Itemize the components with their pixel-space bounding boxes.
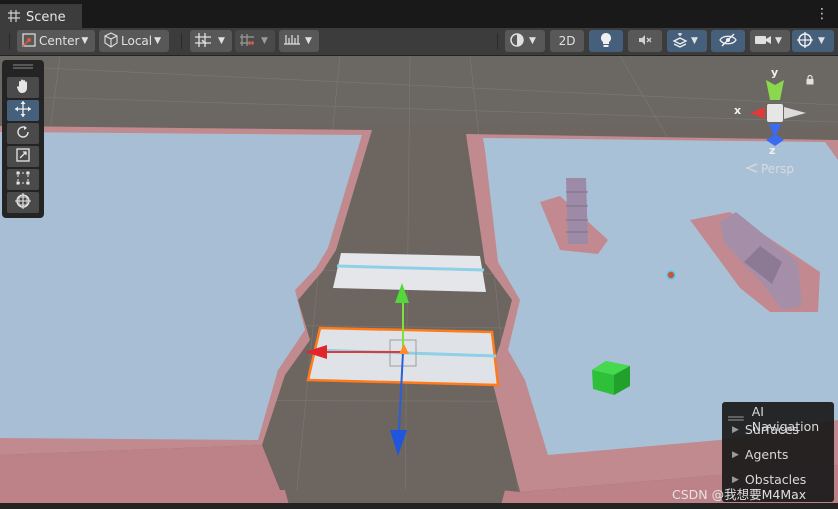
gizmos-icon	[796, 31, 814, 52]
axis-label-z: z	[769, 144, 776, 157]
audio-mute-icon	[637, 32, 653, 51]
rotate-icon	[15, 124, 31, 143]
scene-toolbar: Center ▼ Local ▼ ▼ ▼ ▼ ▼ 2D ▼ ▼ ▼	[0, 28, 838, 56]
chevron-down-icon: ▼	[818, 36, 825, 46]
foldout-arrow-icon: ▶	[732, 424, 739, 435]
chevron-down-icon: ▼	[305, 36, 312, 46]
tab-scene[interactable]: Scene	[0, 4, 82, 28]
scale-icon	[15, 147, 31, 166]
grid-icon	[8, 9, 20, 25]
bottom-strip	[0, 503, 838, 509]
ruler-icon	[283, 32, 301, 51]
shading-mode-dropdown[interactable]: ▼	[505, 30, 545, 52]
scene-rendering[interactable]	[0, 56, 838, 509]
increment-snap-icon	[239, 32, 255, 51]
space-label: Local	[121, 34, 153, 48]
rotate-tool[interactable]	[7, 123, 39, 144]
horizon-band	[0, 56, 838, 126]
pivot-dropdown[interactable]: Center ▼	[17, 30, 95, 52]
effects-dropdown[interactable]: ▼	[667, 30, 707, 52]
chevron-down-icon: ▼	[218, 36, 225, 46]
foldout-arrow-icon: ▶	[732, 449, 739, 460]
perspective-icon	[745, 162, 758, 176]
scale-tool[interactable]	[7, 146, 39, 167]
toolbar-separator	[181, 33, 182, 49]
gizmos-dropdown[interactable]: ▼	[792, 30, 834, 52]
pivot-icon	[21, 32, 37, 51]
hidden-objects-toggle[interactable]	[711, 30, 745, 52]
obstacle-tower[interactable]	[566, 178, 588, 244]
axis-label-y: y	[771, 66, 779, 79]
scene-viewport[interactable]	[0, 56, 838, 509]
kebab-menu-icon[interactable]: ⋮	[815, 6, 829, 22]
pivot-label: Center	[39, 34, 80, 48]
projection-label: Persp	[761, 162, 794, 176]
ai-navigation-item-label: Agents	[744, 447, 789, 462]
tools-overlay	[2, 60, 44, 218]
move-tool[interactable]	[7, 100, 39, 121]
hand-tool[interactable]	[7, 77, 39, 98]
toolbar-separator	[497, 33, 498, 49]
tab-title: Scene	[26, 9, 66, 25]
local-space-icon	[103, 31, 119, 51]
ai-navigation-item-label: Surfaces	[744, 422, 800, 437]
mode-2d-button[interactable]: 2D	[550, 30, 584, 52]
chevron-down-icon: ▼	[261, 36, 268, 46]
lock-icon[interactable]	[806, 74, 814, 88]
lighting-toggle[interactable]	[589, 30, 623, 52]
hand-icon	[15, 78, 31, 97]
rect-icon	[15, 170, 31, 189]
effects-icon	[672, 32, 688, 51]
axis-label-x: x	[734, 104, 742, 117]
ai-navigation-item-agents[interactable]: ▶ Agents	[732, 447, 788, 462]
transform-icon	[14, 192, 32, 213]
toolbar-grip	[9, 33, 10, 49]
hidden-objects-icon	[719, 33, 737, 50]
chevron-down-icon: ▼	[529, 36, 536, 46]
ai-navigation-item-surfaces[interactable]: ▶ Surfaces	[732, 422, 799, 437]
foldout-arrow-icon: ▶	[732, 474, 739, 485]
shading-icon	[509, 32, 525, 51]
bridge-upper	[333, 253, 486, 292]
move-icon	[14, 100, 32, 121]
rect-tool[interactable]	[7, 169, 39, 190]
audio-toggle[interactable]	[628, 30, 662, 52]
tab-bar: Scene ⋮	[0, 0, 838, 28]
orientation-cube[interactable]	[767, 104, 783, 122]
projection-toggle[interactable]: Persp	[745, 162, 794, 176]
chevron-down-icon: ▼	[775, 36, 782, 46]
chevron-down-icon: ▼	[154, 36, 162, 46]
ruler-button[interactable]: ▼	[279, 30, 319, 52]
camera-dropdown[interactable]: ▼	[750, 30, 790, 52]
navmesh-agent-marker	[666, 270, 676, 280]
mode-2d-label: 2D	[558, 34, 576, 48]
watermark: CSDN @我想要M4Max	[672, 487, 807, 502]
grid-snap-button[interactable]: ▼	[190, 30, 232, 52]
chevron-down-icon: ▼	[81, 36, 89, 46]
space-dropdown[interactable]: Local ▼	[99, 30, 169, 52]
grid-snap-icon	[194, 32, 212, 51]
chevron-down-icon: ▼	[691, 36, 698, 46]
drag-handle-icon[interactable]	[13, 64, 33, 70]
increment-snap-button[interactable]: ▼	[235, 30, 275, 52]
lighting-icon	[599, 32, 613, 51]
transform-tool[interactable]	[7, 192, 39, 213]
camera-icon	[754, 33, 772, 50]
